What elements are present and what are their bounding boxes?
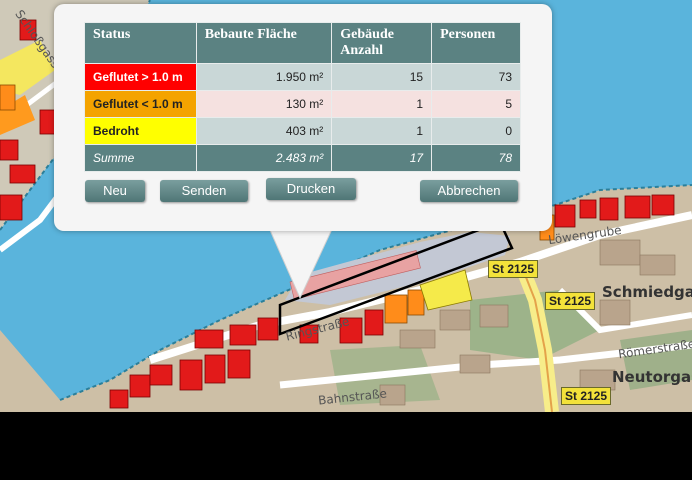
table-row: Geflutet > 1.0 m 1.950 m² 15 73: [84, 63, 521, 91]
flood-statistics-table: Status Bebaute Fläche Gebäude Anzahl Per…: [84, 22, 521, 172]
send-button[interactable]: Senden: [160, 180, 248, 202]
sum-label: Summe: [84, 144, 197, 172]
column-header-area: Bebaute Fläche: [195, 22, 333, 64]
buildings-cell: 1: [331, 117, 433, 145]
new-button[interactable]: Neu: [85, 180, 145, 202]
column-header-persons: Personen: [431, 22, 521, 64]
table-row: Bedroht 403 m² 1 0: [84, 117, 521, 145]
persons-cell: 73: [431, 63, 521, 91]
buildings-cell: 1: [331, 90, 433, 118]
table-header-row: Status Bebaute Fläche Gebäude Anzahl Per…: [84, 22, 521, 64]
status-cell: Geflutet < 1.0 m: [84, 90, 197, 118]
column-header-status: Status: [84, 22, 197, 64]
sum-buildings: 17: [331, 144, 433, 172]
table-row: Geflutet < 1.0 m 130 m² 1 5: [84, 90, 521, 118]
area-cell: 1.950 m²: [195, 63, 333, 91]
buildings-cell: 15: [331, 63, 433, 91]
letterbox-bar: [0, 412, 692, 480]
table-sum-row: Summe 2.483 m² 17 78: [84, 144, 521, 172]
status-cell: Geflutet > 1.0 m: [84, 63, 197, 91]
flood-info-popup: Status Bebaute Fläche Gebäude Anzahl Per…: [54, 4, 552, 231]
status-cell: Bedroht: [84, 117, 197, 145]
cancel-button[interactable]: Abbrechen: [420, 180, 518, 202]
area-cell: 130 m²: [195, 90, 333, 118]
print-button[interactable]: Drucken: [266, 178, 356, 200]
area-cell: 403 m²: [195, 117, 333, 145]
sum-area: 2.483 m²: [195, 144, 333, 172]
sum-persons: 78: [431, 144, 521, 172]
column-header-buildings: Gebäude Anzahl: [331, 22, 433, 64]
persons-cell: 0: [431, 117, 521, 145]
persons-cell: 5: [431, 90, 521, 118]
